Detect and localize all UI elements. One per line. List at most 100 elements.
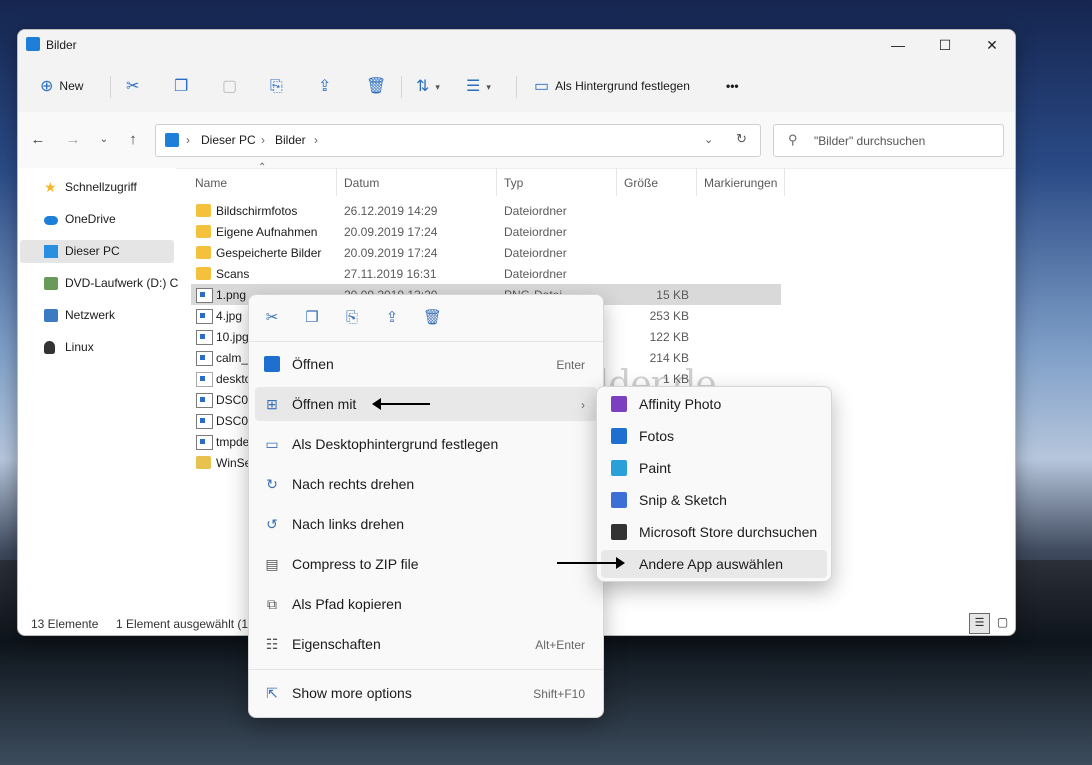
share-icon[interactable]: ⇪ (383, 309, 401, 327)
sidebar-item-label: Linux (65, 340, 94, 354)
photos-app-icon (611, 428, 627, 444)
file-size: 214 KB (649, 351, 689, 365)
annotation-arrow-left (372, 398, 430, 410)
file-name: deskto (216, 372, 252, 386)
settings-file-icon (196, 372, 213, 387)
column-date[interactable]: Datum (344, 176, 379, 190)
copy-icon: ❐ (174, 77, 189, 95)
menu-shortcut: Enter (556, 358, 585, 372)
column-type[interactable]: Typ (504, 176, 523, 190)
copy-button[interactable]: ❐ (174, 60, 194, 112)
set-background-button[interactable]: ▭ Als Hintergrund festlegen (534, 60, 690, 112)
address-dropdown-icon[interactable]: ⌄ (704, 133, 713, 146)
paste-button[interactable]: ▢ (222, 60, 243, 112)
properties-icon: ☷ (265, 636, 279, 652)
back-button[interactable]: ← (26, 128, 50, 152)
column-divider[interactable] (784, 168, 785, 196)
crumb-bilder[interactable]: Bilder (275, 133, 306, 147)
file-size: 122 KB (649, 330, 689, 344)
submenu-item-fotos[interactable]: Fotos (601, 422, 827, 450)
column-tags[interactable]: Markierungen (704, 176, 777, 190)
search-box[interactable]: ⚲ "Bilder" durchsuchen (773, 124, 1004, 157)
column-divider[interactable] (496, 168, 497, 196)
toolbar-divider (401, 76, 402, 98)
submenu-item-label: Microsoft Store durchsuchen (639, 524, 818, 540)
sidebar-item-schnellzugriff[interactable]: ★ Schnellzugriff (20, 176, 174, 199)
rename-icon[interactable]: ⎘ (343, 309, 361, 327)
refresh-icon[interactable]: ↻ (736, 131, 747, 147)
file-size: 15 KB (656, 288, 689, 302)
menu-item-show-more[interactable]: ⇱ Show more options Shift+F10 (255, 676, 597, 710)
submenu-item-label: Andere App auswählen (639, 556, 783, 572)
sidebar-item-dvd[interactable]: DVD-Laufwerk (D:) C (20, 272, 178, 295)
sidebar-item-onedrive[interactable]: OneDrive (20, 208, 174, 231)
rename-button[interactable]: ⎘ (270, 60, 289, 112)
item-count: 13 Elemente (31, 617, 99, 631)
submenu-item-andere-app[interactable]: Andere App auswählen (601, 550, 827, 578)
set-background-label: Als Hintergrund festlegen (555, 79, 690, 93)
delete-button[interactable]: 🗑 (366, 60, 392, 112)
menu-item-rotate-left[interactable]: ↺ Nach links drehen (255, 507, 597, 541)
scissors-icon[interactable]: ✂ (263, 309, 281, 327)
file-name: tmpde (216, 435, 250, 449)
column-size[interactable]: Größe (624, 176, 658, 190)
address-row: ← → ⌄ ↑ › Dieser PC › Bilder › ⌄ ↻ ⚲ "Bi… (18, 112, 1015, 169)
file-name: 10.jpg (216, 330, 249, 344)
menu-item-copy-path[interactable]: ⧉ Als Pfad kopieren (255, 587, 597, 621)
more-button[interactable]: ••• (726, 60, 739, 112)
context-menu: ✂ ❐ ⎘ ⇪ 🗑 Öffnen Enter ⊞ Öffnen mit › ▭ … (248, 294, 604, 718)
trash-icon[interactable]: 🗑 (423, 309, 442, 327)
crumb-dieser-pc[interactable]: Dieser PC (201, 133, 256, 147)
submenu-item-paint[interactable]: Paint (601, 454, 827, 482)
photo-icon (264, 356, 280, 372)
column-name[interactable]: Name (195, 176, 227, 190)
table-row[interactable]: Bildschirmfotos 26.12.2019 14:29 Dateior… (191, 200, 781, 221)
table-row[interactable]: Scans 27.11.2019 16:31 Dateiordner (191, 263, 781, 284)
sort-button[interactable]: ⇅ ▾ (416, 60, 440, 112)
pc-icon (44, 245, 58, 258)
submenu-item-store[interactable]: Microsoft Store durchsuchen (601, 518, 827, 546)
address-bar[interactable]: › Dieser PC › Bilder › ⌄ ↻ (155, 124, 761, 157)
cloud-icon (44, 216, 58, 225)
table-row[interactable]: Eigene Aufnahmen 20.09.2019 17:24 Dateio… (191, 221, 781, 242)
menu-item-oeffnen[interactable]: Öffnen Enter (255, 347, 597, 381)
folder-icon (196, 267, 211, 280)
tiles-view-icon[interactable]: ▢ (993, 613, 1012, 632)
maximize-button[interactable]: ☐ (922, 30, 968, 60)
minimize-button[interactable]: — (875, 30, 921, 60)
close-button[interactable]: ✕ (969, 30, 1015, 60)
chevron-right-icon: › (581, 398, 585, 412)
menu-shortcut: Shift+F10 (533, 687, 585, 701)
forward-button[interactable]: → (61, 128, 85, 152)
new-button[interactable]: ⊕ New (40, 60, 83, 112)
menu-item-desktophintergrund[interactable]: ▭ Als Desktophintergrund festlegen (255, 427, 597, 461)
cut-button[interactable]: ✂ (126, 60, 145, 112)
file-type: Dateiordner (504, 225, 567, 239)
column-divider[interactable] (616, 168, 617, 196)
submenu-item-affinity-photo[interactable]: Affinity Photo (601, 390, 827, 418)
column-divider[interactable] (336, 168, 337, 196)
menu-item-eigenschaften[interactable]: ☷ Eigenschaften Alt+Enter (255, 627, 597, 661)
image-file-icon (196, 330, 213, 345)
menu-item-label: Compress to ZIP file (292, 556, 419, 572)
up-button[interactable]: ↑ (121, 128, 145, 152)
sidebar-item-netzwerk[interactable]: Netzwerk (20, 304, 174, 327)
snip-sketch-icon (611, 492, 627, 508)
table-row[interactable]: Gespeicherte Bilder 20.09.2019 17:24 Dat… (191, 242, 781, 263)
menu-item-compress-zip[interactable]: ▤ Compress to ZIP file (255, 547, 597, 581)
sidebar-item-dieser-pc[interactable]: Dieser PC (20, 240, 174, 263)
zip-icon: ▤ (265, 556, 279, 572)
details-view-icon[interactable]: ☰ (969, 613, 990, 634)
file-type: Dateiordner (504, 204, 567, 218)
sidebar-item-linux[interactable]: Linux (20, 336, 174, 359)
star-icon: ★ (44, 179, 57, 195)
copy-icon[interactable]: ❐ (303, 309, 321, 327)
column-divider[interactable] (696, 168, 697, 196)
share-button[interactable]: ⇪ (318, 60, 337, 112)
menu-item-rotate-right[interactable]: ↻ Nach rechts drehen (255, 467, 597, 501)
folder-icon (196, 204, 211, 217)
view-button[interactable]: ☰ ▾ (466, 60, 491, 112)
recent-locations-button[interactable]: ⌄ (92, 128, 116, 152)
folder-icon (196, 246, 211, 259)
submenu-item-snip-sketch[interactable]: Snip & Sketch (601, 486, 827, 514)
